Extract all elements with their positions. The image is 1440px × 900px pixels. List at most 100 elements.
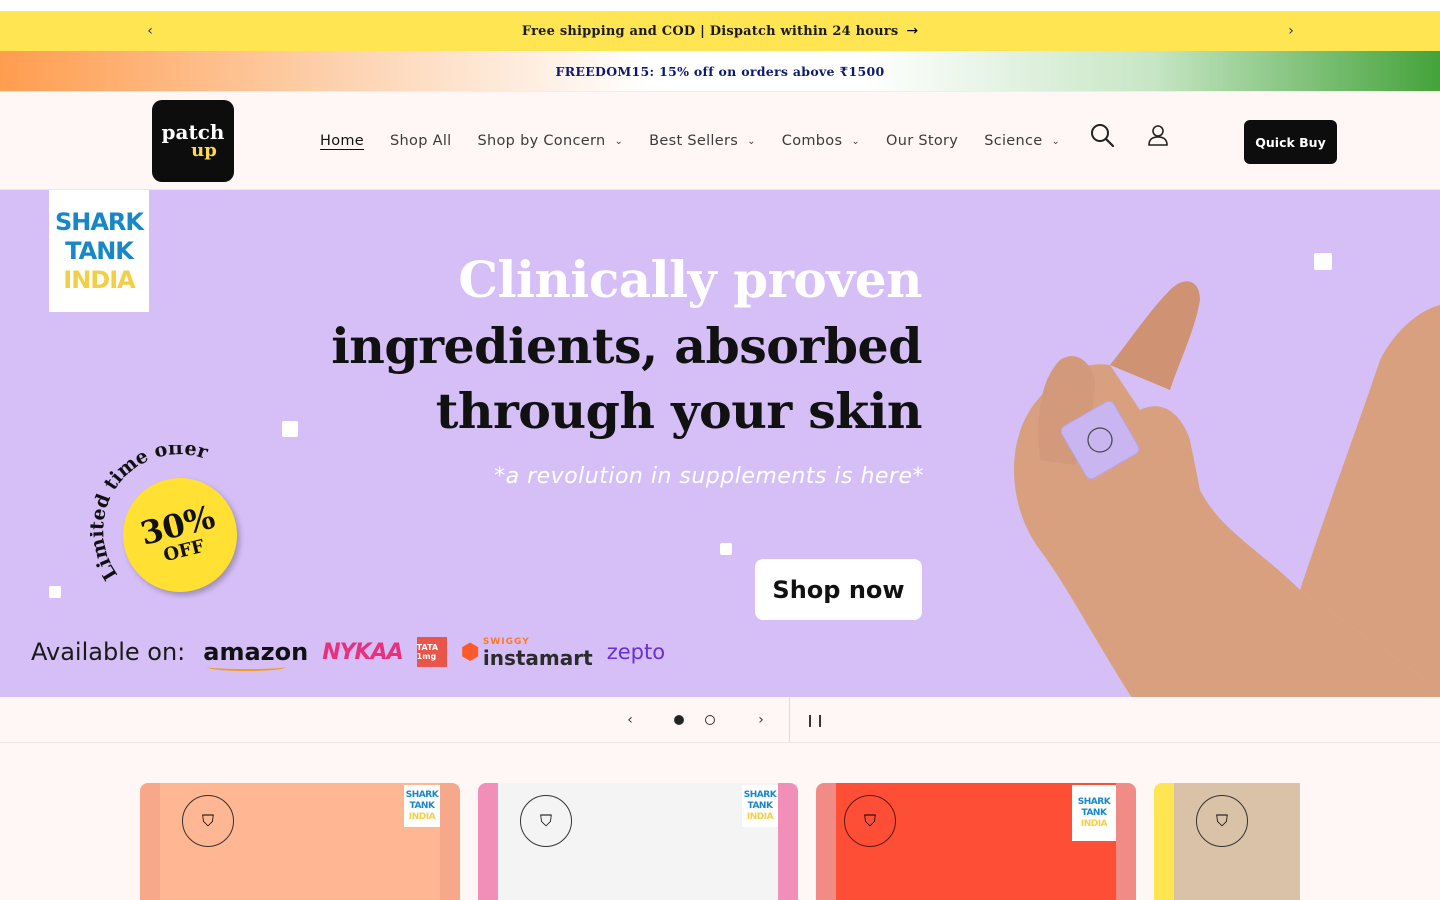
search-icon	[1091, 124, 1115, 148]
announcement-text[interactable]: Free shipping and COD | Dispatch within …	[522, 24, 898, 39]
account-button[interactable]	[1143, 120, 1173, 150]
announcement-next-button[interactable]: ›	[1276, 11, 1306, 51]
chevron-left-icon: ‹	[147, 23, 153, 39]
clinically-proven-badge: ⛉	[182, 795, 234, 847]
quick-buy-label: Quick Buy	[1255, 134, 1326, 150]
mini-shark-line1: SHARK	[743, 789, 777, 800]
slide-prev-button[interactable]: ‹	[615, 697, 645, 743]
arrow-right-icon: →	[906, 23, 919, 39]
product-card[interactable]: ⛉ SHARK TANK INDIA	[816, 783, 1136, 900]
nav-shop-all-label: Shop All	[390, 133, 452, 149]
offer-sticker: Limited time offer 30% OFF	[90, 445, 255, 605]
shark-tank-mini-badge: SHARK TANK INDIA	[404, 785, 440, 827]
mini-shark-line2: TANK	[747, 800, 773, 811]
nykaa-logo: NYKAA	[322, 639, 403, 665]
swiggy-instamart-logo: ⬢ SWIGGY instamart	[461, 636, 593, 668]
shield-check-icon: ⛉	[863, 811, 876, 830]
shield-check-icon: ⛉	[539, 811, 552, 830]
chevron-down-icon: ⌄	[614, 135, 624, 147]
nav-home[interactable]: Home	[320, 133, 364, 149]
slide-dot-inactive	[705, 715, 715, 725]
shark-tank-mini-badge: SHARK TANK INDIA	[742, 785, 778, 827]
clinically-proven-badge: ⛉	[520, 795, 572, 847]
shark-badge-line2: TANK	[65, 236, 134, 265]
zepto-logo: zepto	[606, 640, 666, 664]
shield-check-icon: ⛉	[201, 811, 214, 830]
nav-our-story[interactable]: Our Story	[886, 133, 958, 149]
announcement-prev-button[interactable]: ‹	[135, 11, 165, 51]
logo-line1: patch	[161, 120, 225, 144]
shark-tank-mini-badge: SHARK TANK INDIA	[1072, 785, 1116, 841]
slide-dot-2[interactable]	[703, 697, 717, 743]
amazon-logo: amazon	[203, 638, 309, 671]
shark-badge-line1: SHARK	[54, 207, 144, 236]
mini-shark-line1: SHARK	[405, 789, 439, 800]
slide-next-button[interactable]: ›	[746, 697, 776, 743]
mini-shark-line3: INDIA	[746, 811, 774, 822]
nav-shop-all[interactable]: Shop All	[390, 133, 451, 149]
clinically-proven-badge: ⛉	[1196, 795, 1248, 847]
pause-icon: ❙❙	[804, 713, 826, 727]
decor-square	[49, 586, 61, 598]
nav-science[interactable]: Science ⌄	[984, 133, 1060, 149]
chevron-down-icon: ⌄	[747, 135, 756, 147]
logo-line2: up	[191, 140, 217, 161]
top-strip	[0, 0, 1440, 11]
shark-badge-line3: INDIA	[63, 265, 135, 294]
shop-now-label: Shop now	[772, 575, 905, 604]
mini-shark-line2: TANK	[409, 800, 435, 811]
main-nav: Home Shop All Shop by Concern ⌄ Best Sell…	[320, 92, 1086, 190]
decor-square	[282, 421, 298, 437]
mini-shark-line3: INDIA	[408, 811, 436, 822]
hand-with-patch-image	[1014, 281, 1440, 697]
tata-1mg-logo: TATA 1mg	[416, 637, 447, 667]
product-image: ⛉ SHARK TANK INDIA	[160, 783, 440, 900]
hero-headline-line1: Clinically proven	[458, 250, 922, 309]
site-header: patch up Home Shop All Shop by Concern ⌄ …	[0, 92, 1440, 190]
account-icon	[1148, 125, 1168, 146]
logo[interactable]: patch up	[152, 100, 234, 182]
hero-headline-line2: ingredients, absorbed	[331, 317, 922, 375]
product-carousel: ⛉ SHARK TANK INDIA ⛉ SHARK TANK INDIA ⛉ …	[0, 743, 1440, 900]
mini-shark-line3: INDIA	[1080, 818, 1108, 829]
hero-headline-line3: through your skin	[435, 382, 923, 440]
shield-check-icon: ⛉	[1215, 811, 1228, 830]
clinically-proven-badge: ⛉	[844, 795, 896, 847]
search-button[interactable]	[1087, 120, 1117, 150]
nav-shop-by-concern-label: Shop by Concern	[477, 133, 606, 149]
hero-banner[interactable]: SHARK TANK INDIA Clinically proven ingre…	[0, 190, 1440, 697]
mini-shark-line2: TANK	[1081, 807, 1107, 818]
controls-divider	[789, 697, 790, 743]
shop-now-button[interactable]: Shop now	[755, 559, 922, 620]
nav-home-label: Home	[320, 133, 365, 149]
promo-bar: FREEDOM15: 15% off on orders above ₹1500	[0, 51, 1440, 92]
chevron-right-icon: ›	[758, 712, 764, 728]
slide-dot-1[interactable]	[672, 697, 686, 743]
shark-tank-badge: SHARK TANK INDIA	[49, 190, 149, 312]
nav-combos[interactable]: Combos ⌄	[782, 133, 860, 149]
product-card[interactable]: ⛉ SHARK TANK INDIA	[140, 783, 460, 900]
nav-best-sellers[interactable]: Best Sellers ⌄	[649, 133, 756, 149]
carousel-overflow-mask	[1300, 743, 1440, 900]
chevron-down-icon: ⌄	[1051, 135, 1061, 147]
product-card[interactable]: ⛉ SHARK TANK INDIA	[478, 783, 798, 900]
slideshow-controls: ‹ › ❙❙	[0, 697, 1440, 743]
nav-our-story-label: Our Story	[886, 133, 959, 149]
product-image: ⛉ SHARK TANK INDIA	[836, 783, 1116, 900]
hero-tagline: *a revolution in supplements is here*	[494, 464, 924, 489]
nav-science-label: Science	[984, 133, 1043, 149]
quick-buy-button[interactable]: Quick Buy	[1244, 120, 1337, 164]
decor-square	[720, 543, 732, 555]
announcement-bar: ‹ Free shipping and COD | Dispatch withi…	[0, 11, 1440, 51]
chevron-left-icon: ‹	[627, 712, 633, 728]
promo-text: FREEDOM15: 15% off on orders above ₹1500	[555, 63, 885, 79]
chevron-right-icon: ›	[1288, 23, 1294, 39]
instamart-label: instamart	[482, 646, 593, 670]
slide-dot-active	[674, 715, 684, 725]
mini-shark-line1: SHARK	[1077, 796, 1111, 807]
nav-combos-label: Combos	[781, 133, 843, 149]
nav-best-sellers-label: Best Sellers	[649, 133, 739, 149]
nav-shop-by-concern[interactable]: Shop by Concern ⌄	[478, 133, 624, 149]
product-image: ⛉ SHARK TANK INDIA	[498, 783, 778, 900]
slide-pause-button[interactable]: ❙❙	[801, 697, 829, 743]
